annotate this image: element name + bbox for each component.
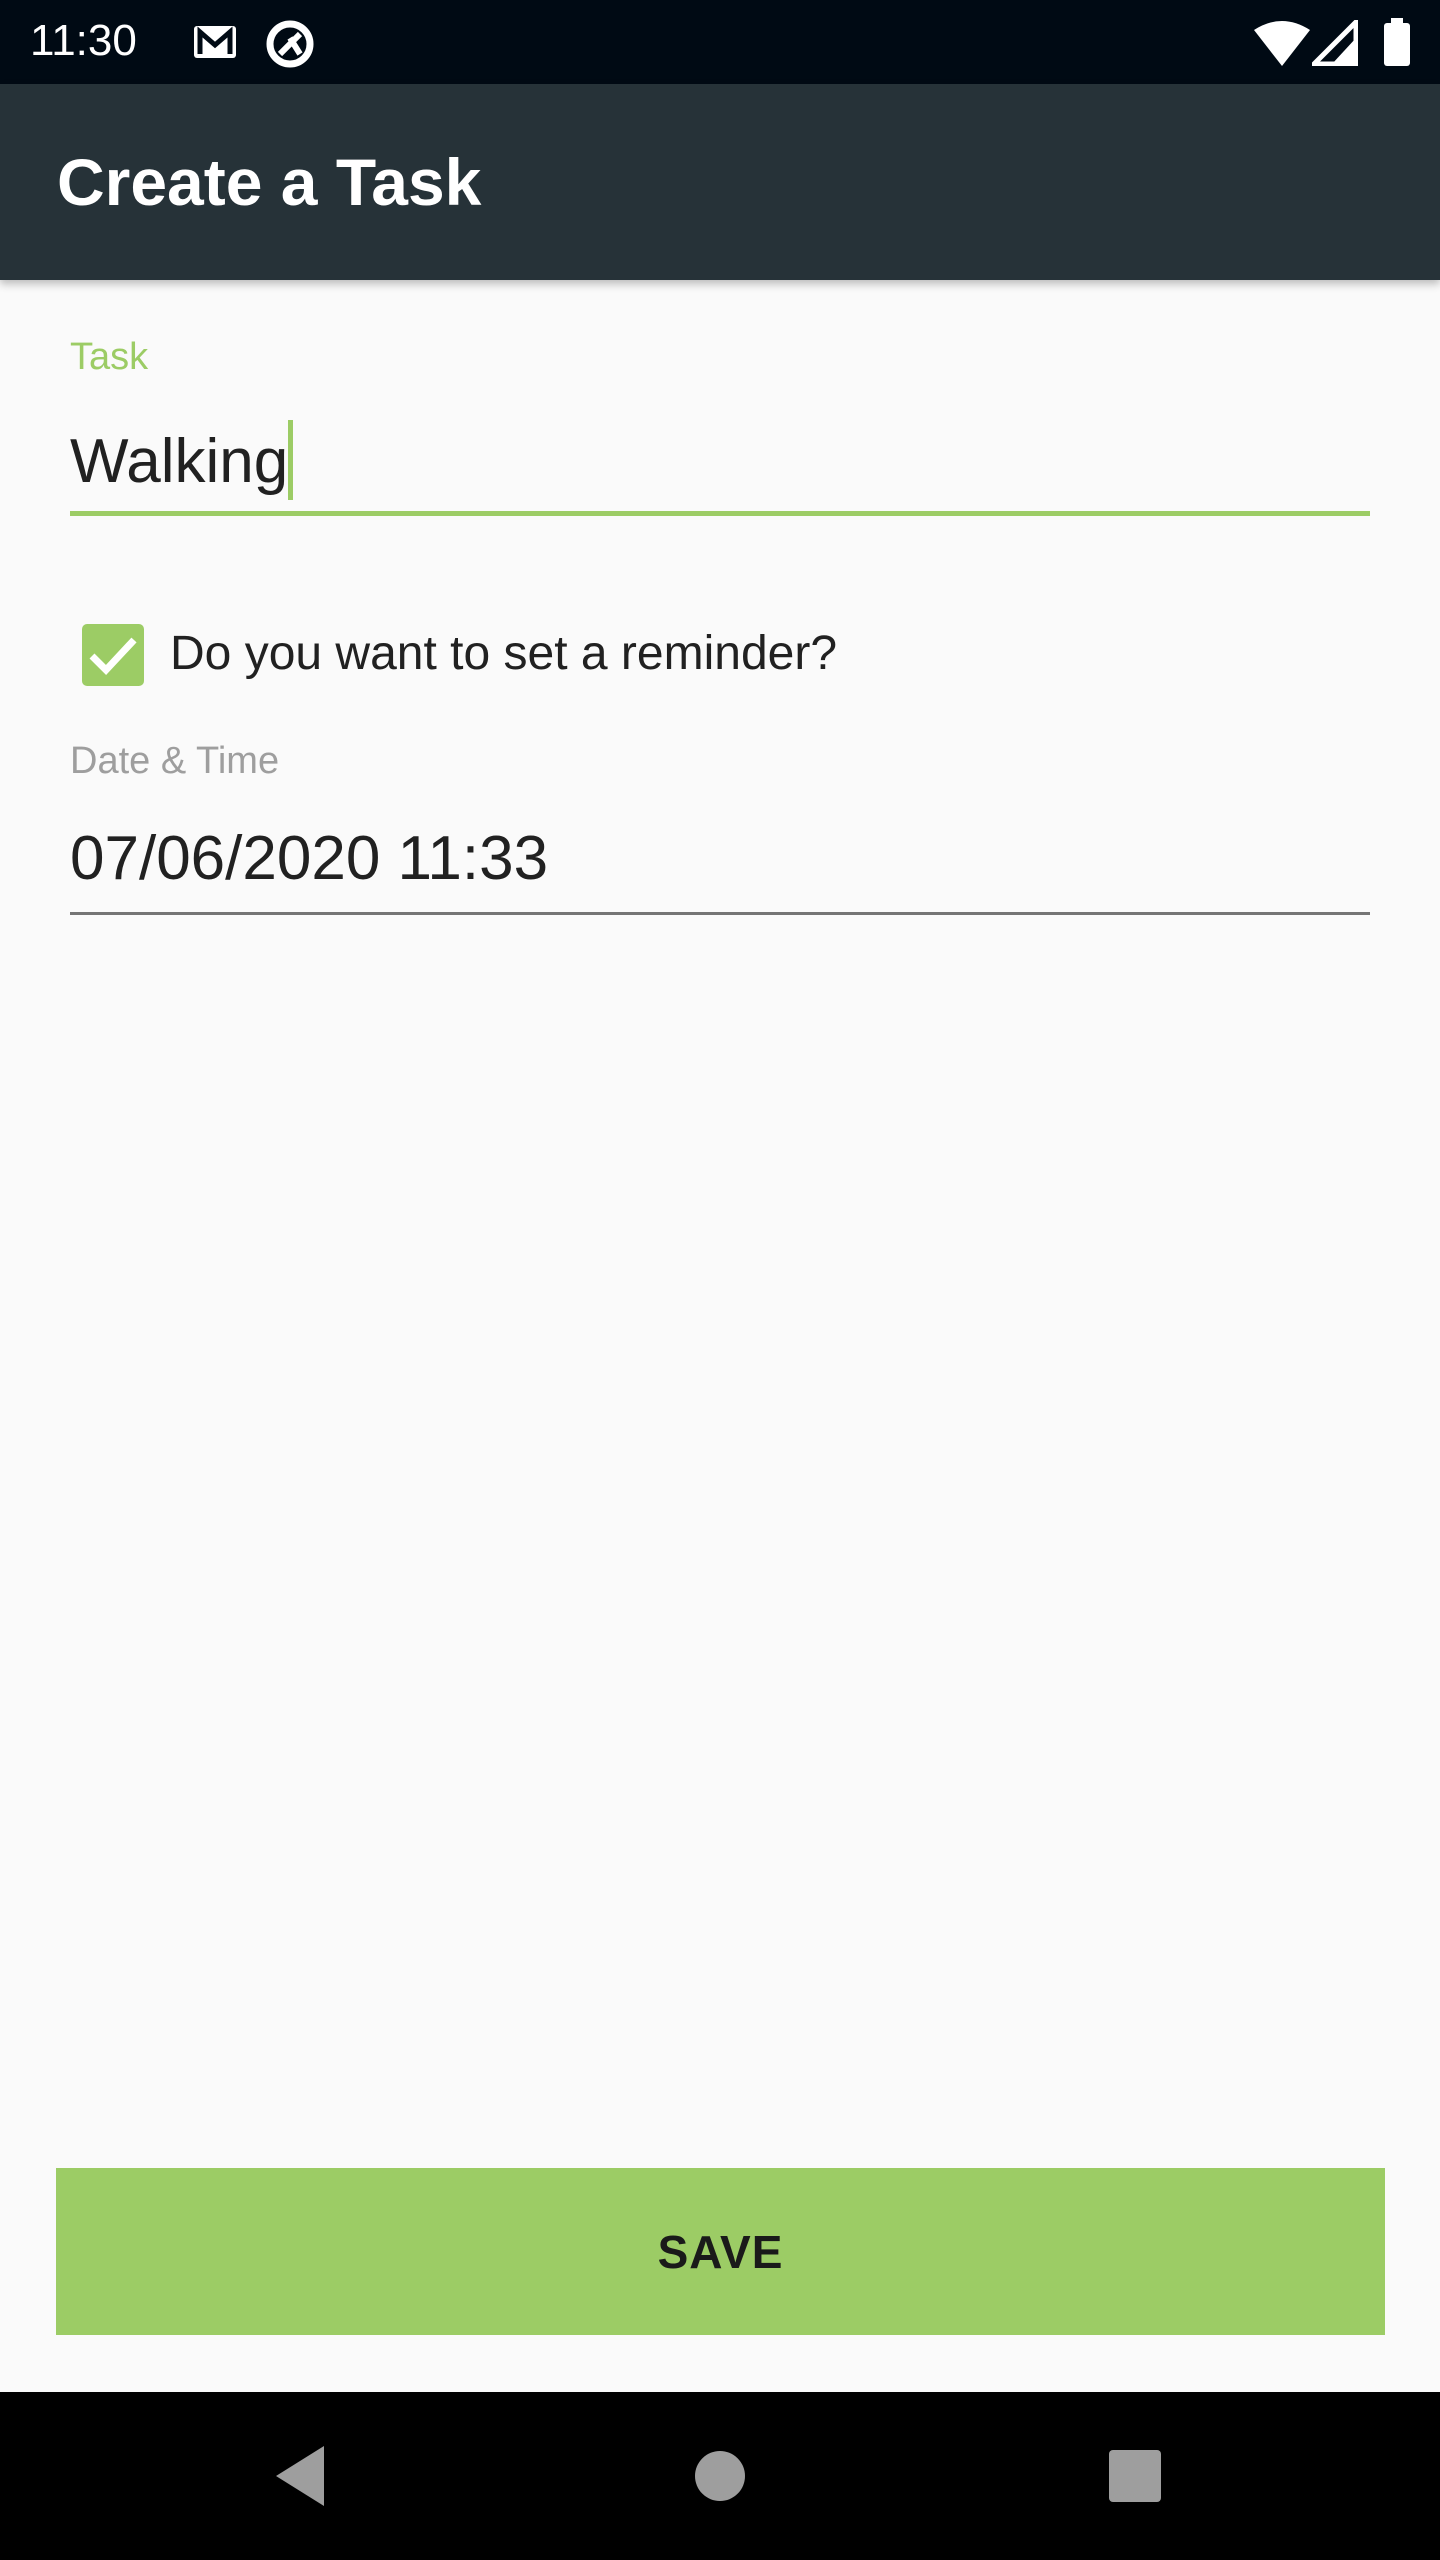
app-bar: Create a Task xyxy=(0,84,1440,280)
save-button[interactable]: SAVE xyxy=(56,2168,1385,2335)
date-time-input[interactable]: 07/06/2020 11:33 xyxy=(70,800,1370,915)
signal-icon xyxy=(1312,20,1358,66)
task-label: Task xyxy=(70,336,149,378)
status-time: 11:30 xyxy=(30,16,137,65)
checkmark-icon xyxy=(89,637,137,676)
date-time-value: 07/06/2020 11:33 xyxy=(70,824,549,893)
navigation-bar xyxy=(0,2392,1440,2560)
home-icon[interactable] xyxy=(694,2444,746,2508)
task-input[interactable]: Walking xyxy=(70,400,1370,516)
battery-icon xyxy=(1384,18,1410,66)
back-icon[interactable] xyxy=(272,2444,328,2508)
sync-icon xyxy=(266,20,314,68)
reminder-checkbox[interactable] xyxy=(82,624,144,686)
recents-icon[interactable] xyxy=(1108,2444,1162,2508)
date-time-label: Date & Time xyxy=(70,740,280,782)
gmail-icon xyxy=(194,26,236,58)
wifi-icon xyxy=(1254,21,1310,66)
status-bar: 11:30 xyxy=(0,0,1440,84)
text-caret xyxy=(288,420,294,500)
page-title: Create a Task xyxy=(57,145,482,219)
reminder-label[interactable]: Do you want to set a reminder? xyxy=(170,626,837,681)
task-input-value: Walking xyxy=(70,427,289,496)
